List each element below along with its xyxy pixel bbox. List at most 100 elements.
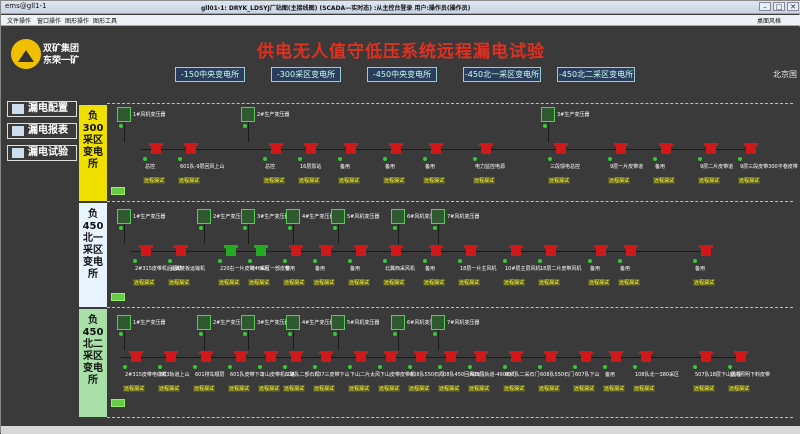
remote-test-button[interactable]: 远程漏试: [168, 279, 191, 286]
transformer-icon[interactable]: [117, 107, 131, 122]
remote-test-button[interactable]: 远程漏试: [738, 177, 761, 184]
transformer-icon[interactable]: [431, 209, 445, 224]
feeder-switch[interactable]: [256, 248, 266, 256]
feeder-switch[interactable]: [706, 146, 716, 154]
maximize-icon[interactable]: □: [773, 2, 785, 11]
remote-test-button[interactable]: 远程漏试: [283, 279, 306, 286]
feeder-switch[interactable]: [201, 354, 211, 362]
feeder-switch[interactable]: [661, 146, 671, 154]
remote-test-button[interactable]: 远程漏试: [263, 177, 286, 184]
close-icon[interactable]: ✕: [787, 2, 799, 11]
sidebar-leak-test[interactable]: 漏电试验: [7, 145, 77, 161]
transformer-icon[interactable]: [197, 315, 211, 330]
remote-test-button[interactable]: 远程漏试: [383, 177, 406, 184]
feeder-switch[interactable]: [616, 146, 626, 154]
feeder-switch[interactable]: [151, 146, 161, 154]
feeder-switch[interactable]: [166, 354, 176, 362]
feeder-switch[interactable]: [701, 248, 711, 256]
feeder-switch[interactable]: [626, 248, 636, 256]
remote-test-button[interactable]: 远程漏试: [143, 177, 166, 184]
feeder-switch[interactable]: [356, 354, 366, 362]
feeder-switch[interactable]: [321, 248, 331, 256]
feeder-switch[interactable]: [306, 146, 316, 154]
substation-button[interactable]: -150中央变电所: [175, 67, 245, 82]
feeder-switch[interactable]: [511, 354, 521, 362]
feeder-switch[interactable]: [291, 248, 301, 256]
feeder-switch[interactable]: [641, 354, 651, 362]
feeder-switch[interactable]: [546, 354, 556, 362]
feeder-switch[interactable]: [131, 354, 141, 362]
remote-test-button[interactable]: 远程漏试: [698, 177, 721, 184]
transformer-icon[interactable]: [331, 209, 345, 224]
remote-test-button[interactable]: 远程漏试: [548, 177, 571, 184]
remote-test-button[interactable]: 远程漏试: [608, 177, 631, 184]
transformer-icon[interactable]: [241, 315, 255, 330]
feeder-switch[interactable]: [291, 354, 301, 362]
remote-test-button[interactable]: 远程漏试: [473, 177, 496, 184]
remote-test-button[interactable]: 远程漏试: [298, 177, 321, 184]
transformer-icon[interactable]: [391, 315, 405, 330]
sidebar-leak-report[interactable]: 漏电报表: [7, 123, 77, 139]
feeder-switch[interactable]: [226, 248, 236, 256]
remote-test-button[interactable]: 远程漏试: [313, 279, 336, 286]
minimize-icon[interactable]: –: [759, 2, 771, 11]
remote-test-button[interactable]: 远程漏试: [283, 385, 306, 392]
remote-test-button[interactable]: 远程漏试: [728, 385, 751, 392]
remote-test-button[interactable]: 远程漏试: [423, 177, 446, 184]
transformer-icon[interactable]: [286, 315, 300, 330]
remote-test-button[interactable]: 远程漏试: [248, 279, 271, 286]
menu-desktop-style[interactable]: 桌面风格: [757, 16, 781, 25]
feeder-switch[interactable]: [266, 354, 276, 362]
remote-test-button[interactable]: 远程漏试: [693, 279, 716, 286]
substation-button[interactable]: -300采区变电所: [271, 67, 341, 82]
feeder-switch[interactable]: [321, 354, 331, 362]
remote-test-button[interactable]: 远程漏试: [258, 385, 281, 392]
feeder-switch[interactable]: [356, 248, 366, 256]
menu-window[interactable]: 窗口操作: [37, 16, 61, 25]
remote-test-button[interactable]: 远程漏试: [178, 177, 201, 184]
transformer-icon[interactable]: [117, 209, 131, 224]
remote-test-button[interactable]: 远程漏试: [588, 279, 611, 286]
remote-test-button[interactable]: 远程漏试: [123, 385, 146, 392]
remote-test-button[interactable]: 远程漏试: [313, 385, 336, 392]
remote-test-button[interactable]: 远程漏试: [438, 385, 461, 392]
feeder-switch[interactable]: [546, 248, 556, 256]
transformer-icon[interactable]: [331, 315, 345, 330]
feeder-switch[interactable]: [476, 354, 486, 362]
feeder-switch[interactable]: [701, 354, 711, 362]
transformer-icon[interactable]: [286, 209, 300, 224]
remote-test-button[interactable]: 远程漏试: [338, 177, 361, 184]
remote-test-button[interactable]: 远程漏试: [603, 385, 626, 392]
remote-test-button[interactable]: 远程漏试: [573, 385, 596, 392]
feeder-switch[interactable]: [511, 248, 521, 256]
remote-test-button[interactable]: 远程漏试: [383, 279, 406, 286]
feeder-switch[interactable]: [141, 248, 151, 256]
feeder-switch[interactable]: [736, 354, 746, 362]
feeder-switch[interactable]: [346, 146, 356, 154]
transformer-icon[interactable]: [197, 209, 211, 224]
feeder-switch[interactable]: [466, 248, 476, 256]
menu-graphic[interactable]: 图形操作: [65, 16, 89, 25]
remote-test-button[interactable]: 远程漏试: [538, 279, 561, 286]
feeder-switch[interactable]: [596, 248, 606, 256]
remote-test-button[interactable]: 远程漏试: [693, 385, 716, 392]
feeder-switch[interactable]: [556, 146, 566, 154]
feeder-switch[interactable]: [236, 354, 246, 362]
remote-test-button[interactable]: 远程漏试: [348, 385, 371, 392]
remote-test-button[interactable]: 远程漏试: [218, 279, 241, 286]
remote-test-button[interactable]: 远程漏试: [423, 279, 446, 286]
transformer-icon[interactable]: [117, 315, 131, 330]
transformer-icon[interactable]: [431, 315, 445, 330]
remote-test-button[interactable]: 远程漏试: [378, 385, 401, 392]
remote-test-button[interactable]: 远程漏试: [348, 279, 371, 286]
transformer-icon[interactable]: [241, 107, 255, 122]
remote-test-button[interactable]: 远程漏试: [133, 279, 156, 286]
menu-tools[interactable]: 图形工具: [93, 16, 117, 25]
feeder-switch[interactable]: [481, 146, 491, 154]
transformer-icon[interactable]: [391, 209, 405, 224]
substation-button[interactable]: -450中央变电所: [367, 67, 437, 82]
substation-button[interactable]: -450北二采区变电所: [557, 67, 635, 82]
feeder-switch[interactable]: [431, 248, 441, 256]
remote-test-button[interactable]: 远程漏试: [618, 279, 641, 286]
feeder-switch[interactable]: [391, 146, 401, 154]
